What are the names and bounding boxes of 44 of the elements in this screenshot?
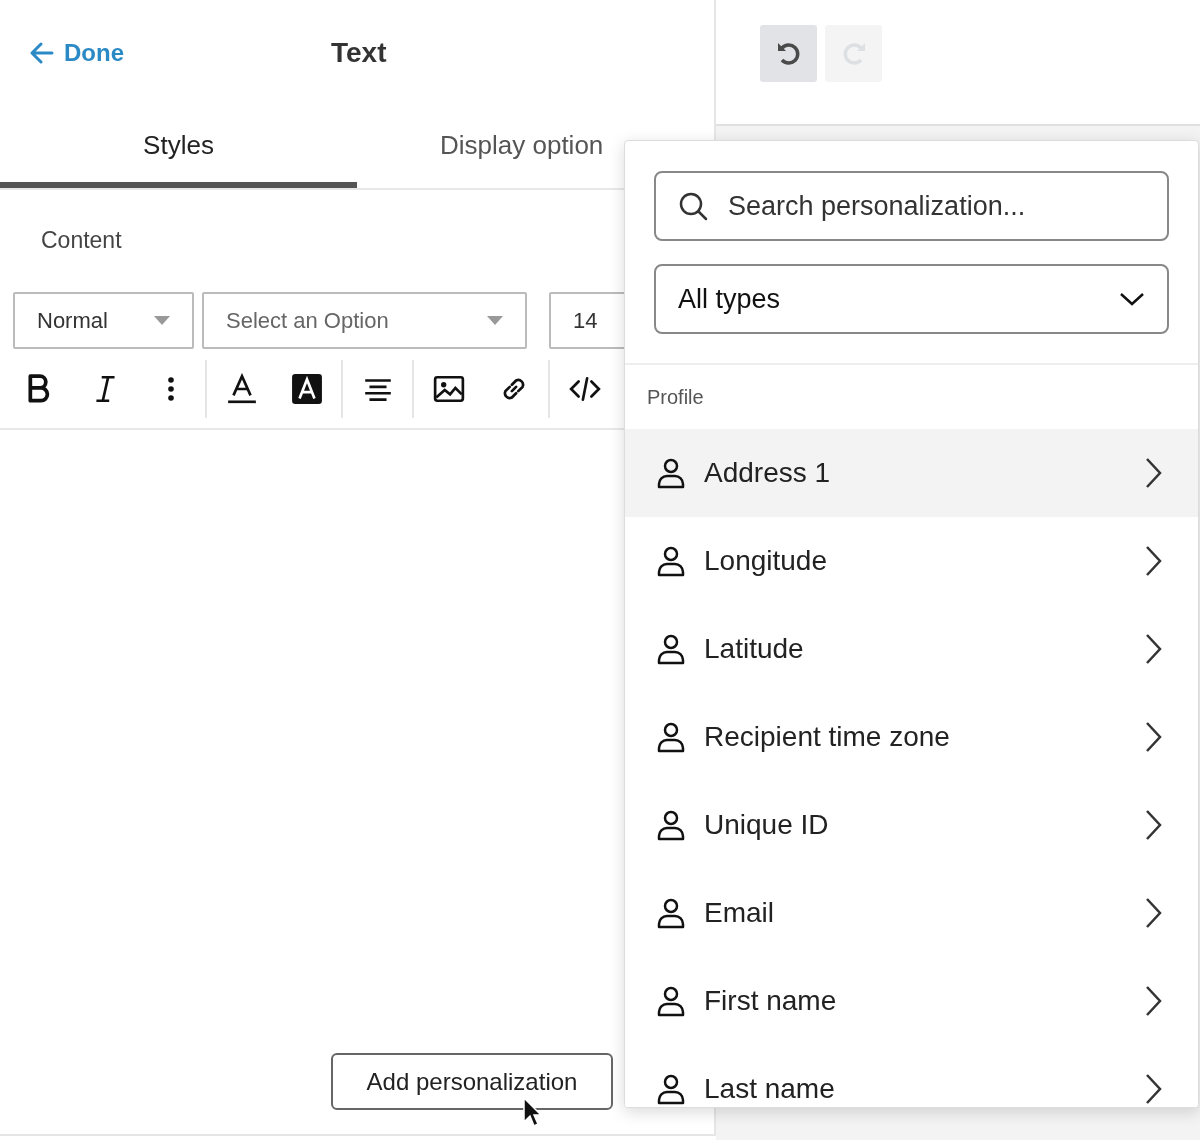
person-icon (656, 457, 686, 489)
format-select[interactable]: Select an Option (202, 291, 527, 349)
text-color-icon (225, 373, 258, 405)
person-icon (656, 545, 686, 577)
person-icon (656, 1073, 686, 1105)
menu-item[interactable]: Email (625, 869, 1198, 957)
caret-icon (154, 315, 170, 325)
type-select[interactable]: All types (654, 264, 1169, 334)
section-label: Content (41, 225, 122, 255)
more-icon (166, 375, 175, 403)
search-icon (678, 191, 708, 221)
search-field[interactable]: Search personalization... (654, 171, 1169, 241)
menu-item[interactable]: Address 1 (625, 429, 1198, 517)
menu-item[interactable]: First name (625, 957, 1198, 1045)
menu-item[interactable]: Recipient time zone (625, 693, 1198, 781)
done-link[interactable]: Done (30, 34, 124, 71)
person-icon (656, 985, 686, 1017)
menu-item[interactable]: Longitude (625, 517, 1198, 605)
caret-icon (487, 315, 503, 325)
chevron-down-icon (1119, 291, 1145, 307)
image-icon (432, 373, 465, 405)
person-icon (656, 633, 686, 665)
format-select[interactable]: Normal (13, 291, 194, 349)
menu-item[interactable]: Latitude (625, 605, 1198, 693)
chevron-right-icon (1144, 721, 1162, 753)
person-icon (656, 809, 686, 841)
chevron-right-icon (1144, 457, 1162, 489)
menu-item[interactable]: Unique ID (625, 781, 1198, 869)
tab[interactable]: Styles (0, 105, 357, 188)
person-icon (656, 897, 686, 929)
group-label: Profile (647, 385, 704, 410)
chevron-right-icon (1144, 545, 1162, 577)
person-icon (656, 721, 686, 753)
panel-title: Text (331, 35, 387, 70)
chevron-right-icon (1144, 1073, 1162, 1105)
chevron-right-icon (1144, 897, 1162, 929)
chevron-right-icon (1144, 809, 1162, 841)
add-personalization-button[interactable]: Add personalization (331, 1053, 613, 1110)
undo-button[interactable] (760, 25, 817, 82)
chevron-right-icon (1144, 633, 1162, 665)
highlight-color-icon (290, 373, 323, 405)
chevron-right-icon (1144, 985, 1162, 1017)
back-arrow-icon (30, 41, 54, 64)
menu-item[interactable]: Last name (625, 1045, 1198, 1107)
